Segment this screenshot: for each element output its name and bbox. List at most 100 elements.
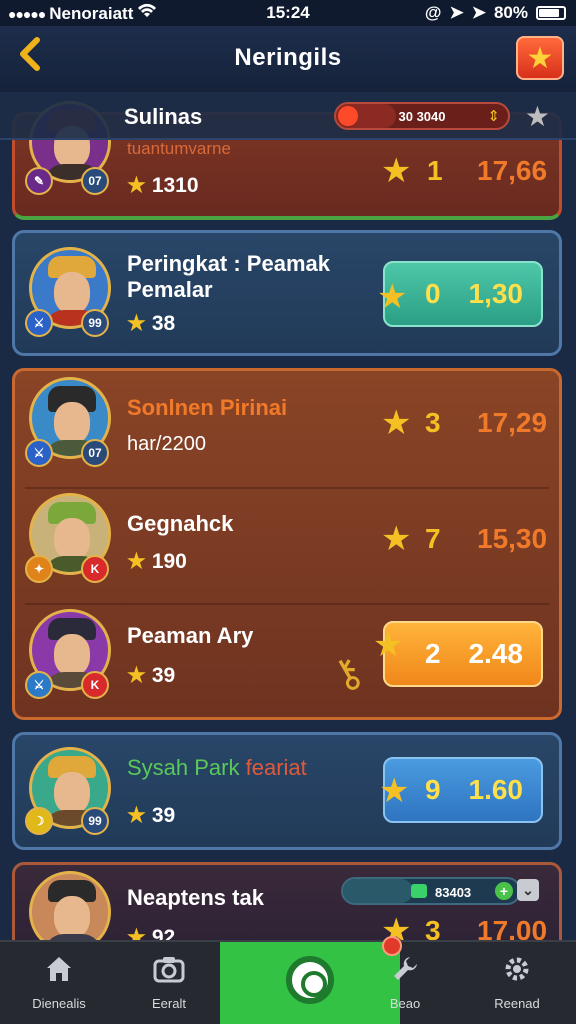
rank-star-icon: ★ <box>379 772 410 810</box>
rank-number: 3 <box>425 407 441 438</box>
player-score: ★ 39 <box>127 803 175 828</box>
score-value: 39 <box>151 663 176 687</box>
score-value: 1310 <box>151 173 199 197</box>
camera-icon <box>114 954 224 992</box>
class-badge-icon: ☽ <box>25 807 53 835</box>
rank-star-icon: ★ <box>377 278 408 316</box>
tab-camera[interactable]: Eeralt <box>114 942 224 1024</box>
rank-value: 1,30 <box>468 278 524 309</box>
add-currency-button[interactable]: + <box>495 882 513 900</box>
tab-tools[interactable]: Beao <box>350 942 460 1024</box>
level-badge: K <box>81 671 109 699</box>
rank-number: 1 <box>427 155 443 186</box>
battery-icon <box>536 6 566 20</box>
tab-label: Reenad <box>494 996 540 1011</box>
leaderboard-list[interactable]: ✎ 07 tuantumvarne ★ 1310 ★ 1 17,66 Sulin… <box>0 92 576 940</box>
rank-value: 15,30 <box>477 523 548 554</box>
star-icon: ★ <box>127 804 146 827</box>
star-icon: ★ <box>127 664 146 687</box>
tab-settings[interactable]: Reenad <box>462 942 572 1024</box>
player-score: har/2200 <box>127 433 206 456</box>
class-badge-icon: ✎ <box>25 167 53 195</box>
list-item[interactable]: ⚔ 07 Sonlnen Pirinai har/2200 ★ 3 17,29 <box>15 371 559 487</box>
level-badge: 99 <box>81 807 109 835</box>
player-name-part2: feariat <box>245 755 307 780</box>
currency-fill <box>343 879 414 903</box>
status-right: @ ➤ ➤ 80% <box>425 3 566 23</box>
score-value: 190 <box>151 549 187 573</box>
player-score: ★ 39 <box>127 663 175 688</box>
gear-icon <box>462 954 572 992</box>
player-score: ★ 190 <box>127 549 187 574</box>
home-icon <box>4 954 114 992</box>
star-icon: ★ <box>127 174 146 197</box>
star-icon: ★ <box>127 312 146 335</box>
alarm-icon: @ <box>424 3 442 22</box>
class-badge-icon: ✦ <box>25 555 53 583</box>
level-badge: K <box>81 555 109 583</box>
leaderboard-card[interactable]: Neaptens tak ★ 92 83403 + ⌄ ★ 3 17,00 <box>12 862 562 940</box>
score-value: 38 <box>151 311 176 335</box>
leaderboard-group-card[interactable]: ⚔ 07 Sonlnen Pirinai har/2200 ★ 3 17,29 … <box>12 368 562 720</box>
player-name: Sysah Park feariat <box>127 755 307 781</box>
level-badge: 99 <box>81 309 109 337</box>
level-badge: 07 <box>81 167 109 195</box>
target-icon <box>286 956 334 1004</box>
level-badge: 07 <box>81 439 109 467</box>
location-icon: ➤ <box>449 3 464 22</box>
leaderboard-card[interactable]: ☽ 99 Sysah Park feariat ★ 39 9 1.60 ★ <box>12 732 562 850</box>
rank-star-icon: ★ <box>373 626 404 664</box>
battery-percent: 80% <box>493 3 528 22</box>
gem-icon <box>411 884 427 898</box>
rank-star-icon: ★ <box>381 912 412 940</box>
avatar <box>29 871 111 940</box>
tab-label: Beao <box>389 996 421 1011</box>
list-item[interactable]: ⚔ K Peaman Ary ★ 39 2 2.48 ★ ⚷ <box>15 603 559 719</box>
rank-pill-highlight[interactable]: 2 2.48 <box>383 621 543 687</box>
class-badge-icon: ⚔ <box>25 309 53 337</box>
current-player-name: Sulinas <box>124 104 203 129</box>
score-value: har/2200 <box>127 433 206 455</box>
key-icon: ⚷ <box>323 647 372 701</box>
player-subtitle: tuantumvarne <box>127 139 231 158</box>
player-subtitle: Pemalar <box>127 277 213 302</box>
player-title: Peringkat : Peamak <box>127 251 330 276</box>
player-name-part1: Sysah Park <box>127 755 240 780</box>
rank-value: 17,66 <box>477 155 548 186</box>
rank-number: 0 <box>425 278 441 309</box>
player-score: ★ 1310 <box>127 173 199 198</box>
player-name: Neaptens tak <box>127 885 264 910</box>
favorite-star-icon[interactable]: ★ <box>525 100 550 133</box>
player-name: Gegnahck <box>127 511 234 536</box>
rank-value: 17,29 <box>477 407 548 438</box>
rank-star-icon: ★ <box>381 520 412 558</box>
player-name: Sonlnen Pirinai <box>127 395 288 420</box>
rank-number: 9 <box>425 774 441 805</box>
rank-star-icon: ★ <box>381 152 412 190</box>
rank-number: 7 <box>425 523 441 554</box>
star-icon: ★ <box>526 41 554 75</box>
current-player-row[interactable]: Sulinas 30 3040 ⇕ ★ <box>0 92 576 140</box>
player-score: ★ 38 <box>127 311 175 336</box>
list-item[interactable]: ✦ K Gegnahck ★ 190 ★ 7 15,30 <box>15 487 559 603</box>
favorites-button[interactable]: ★ <box>516 36 564 80</box>
wrench-icon <box>350 954 460 992</box>
progress-text: 30 3040 <box>398 109 446 124</box>
header: Neringils ★ <box>0 26 576 92</box>
arrow-icon: ⇕ <box>487 108 500 125</box>
rank-value: 17,00 <box>477 915 548 940</box>
page-title: Neringils <box>234 44 342 71</box>
bottom-tab-bar: Dienealis Eeralt Beao Reenad <box>0 936 576 1024</box>
score-value: 39 <box>151 803 176 827</box>
status-bar: ●●●●● Nenoraiatt 15:24 @ ➤ ➤ 80% <box>0 0 576 26</box>
class-badge-icon: ⚔ <box>25 671 53 699</box>
score-value: 92 <box>151 925 176 941</box>
tab-home[interactable]: Dienealis <box>4 942 114 1024</box>
rank-value: 2.48 <box>468 638 524 669</box>
collapse-button[interactable]: ⌄ <box>517 879 539 901</box>
leaderboard-card[interactable]: ⚔ 99 Peringkat : Peamak Pemalar ★ 38 0 1… <box>12 230 562 356</box>
rank-number: 3 <box>425 915 441 940</box>
tab-label: Dienealis <box>32 996 86 1011</box>
rank-number: 2 <box>425 638 441 669</box>
star-icon: ★ <box>127 926 146 940</box>
